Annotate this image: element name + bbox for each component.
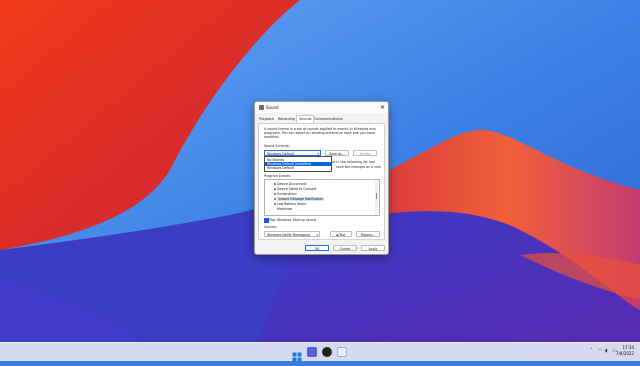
events-scrollbar[interactable] xyxy=(375,181,378,215)
clock-date: 7/8/2022 xyxy=(616,351,634,356)
speaker-icon xyxy=(259,105,264,110)
test-button[interactable]: ▶Test xyxy=(330,231,352,237)
chrome-icon[interactable] xyxy=(322,347,332,357)
tab-recording[interactable]: Recording xyxy=(278,116,295,123)
ok-button[interactable]: OK xyxy=(305,245,329,251)
sounds-label: Sounds: xyxy=(264,225,278,229)
hint-text-1: nt in the following list and xyxy=(332,160,375,164)
event-expander-icon xyxy=(274,188,276,190)
windows-start-icon[interactable] xyxy=(292,347,302,362)
event-item[interactable]: Maximize xyxy=(277,207,292,211)
chevron-down-icon: ▾ xyxy=(316,233,318,237)
clock[interactable]: 17:34 7/8/2022 xyxy=(616,345,634,357)
event-expander-icon xyxy=(274,193,276,195)
browse-button[interactable]: Browse... xyxy=(356,231,380,237)
hint-text-2: save the changes as a new xyxy=(336,165,381,169)
sounds-panel: A sound theme is a set of sounds applied… xyxy=(258,123,385,240)
dialog-title: Sound xyxy=(266,105,279,110)
tab-communications[interactable]: Communications xyxy=(314,116,343,123)
event-item[interactable]: Device Disconnect xyxy=(277,182,307,186)
close-button[interactable]: ✕ xyxy=(380,103,385,112)
test-label: Test xyxy=(339,233,346,237)
event-item[interactable]: Device Failed to Connect xyxy=(277,187,317,191)
apply-button[interactable]: Apply xyxy=(361,245,385,251)
sounds-value: Windows Notify Messaging xyxy=(267,233,310,237)
scheme-option[interactable]: Windows Default xyxy=(265,166,331,170)
title-bar[interactable]: Sound ✕ xyxy=(255,102,388,113)
event-item[interactable]: Low Battery Alarm xyxy=(277,202,306,206)
delete-button[interactable]: Delete xyxy=(353,150,377,156)
event-expander-icon xyxy=(274,198,276,200)
scheme-label: Sound Scheme: xyxy=(264,144,290,148)
chevron-up-icon[interactable]: ˄ xyxy=(590,348,593,354)
event-item[interactable]: Exclamation xyxy=(277,192,297,196)
speaker-app-icon[interactable] xyxy=(337,347,347,357)
volume-icon[interactable]: ◖ xyxy=(605,348,608,354)
teams-icon[interactable] xyxy=(307,347,317,357)
play-startup-label: Play Windows Startup sound xyxy=(269,217,316,222)
program-events-list[interactable]: Device Disconnect Device Failed to Conne… xyxy=(264,179,380,216)
scheme-dropdown: No Sounds Windows Default (modified) Win… xyxy=(264,156,332,172)
event-item-selected[interactable]: Instant Message Notification xyxy=(277,197,325,201)
dialog-footer: OK Cancel Apply xyxy=(255,240,388,254)
program-events-label: Program Events: xyxy=(264,174,292,178)
event-expander-icon xyxy=(274,203,276,205)
scrollbar-thumb[interactable] xyxy=(376,193,377,199)
tab-playback[interactable]: Playback xyxy=(259,116,274,123)
cancel-button[interactable]: Cancel xyxy=(333,245,357,251)
sounds-select[interactable]: Windows Notify Messaging ▾ xyxy=(264,231,320,237)
sound-dialog: Sound ✕ Playback Recording Sounds Commun… xyxy=(254,101,389,255)
event-expander-icon xyxy=(274,183,276,185)
description-text: A sound theme is a set of sounds applied… xyxy=(264,127,376,139)
wifi-icon[interactable]: ◠ xyxy=(598,348,602,354)
taskbar: ˄ ◠ ◖ ▭ 17:34 7/8/2022 xyxy=(0,342,640,362)
